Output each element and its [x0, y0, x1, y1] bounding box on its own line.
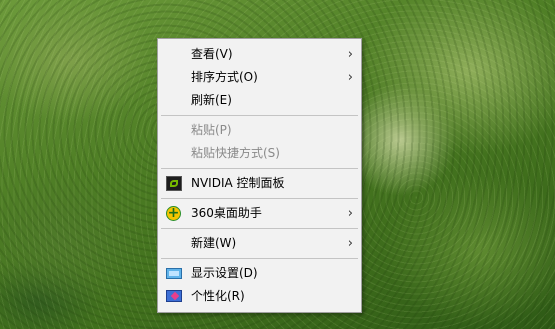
menu-item-label: 个性化(R): [191, 289, 245, 303]
display-settings-icon: [166, 268, 182, 279]
menu-item-label: 360桌面助手: [191, 206, 262, 220]
menu-item-personalize[interactable]: 个性化(R): [158, 285, 361, 308]
personalize-icon: [166, 290, 182, 302]
menu-item-nvidia-control-panel[interactable]: NVIDIA 控制面板: [158, 172, 361, 195]
menu-separator: [161, 168, 358, 169]
menu-item-label: NVIDIA 控制面板: [191, 176, 285, 190]
chevron-right-icon: ›: [347, 206, 353, 221]
menu-item-label: 排序方式(O): [191, 70, 258, 84]
menu-item-label: 粘贴(P): [191, 123, 232, 137]
menu-item-label: 查看(V): [191, 47, 233, 61]
menu-item-label: 刷新(E): [191, 93, 232, 107]
menu-item-sort-by[interactable]: 排序方式(O) ›: [158, 66, 361, 89]
menu-separator: [161, 115, 358, 116]
menu-separator: [161, 228, 358, 229]
menu-item-display-settings[interactable]: 显示设置(D): [158, 262, 361, 285]
menu-item-360-desktop-assistant[interactable]: 360桌面助手 ›: [158, 202, 361, 225]
nvidia-icon: [166, 176, 182, 191]
menu-item-view[interactable]: 查看(V) ›: [158, 43, 361, 66]
chevron-right-icon: ›: [347, 70, 353, 85]
menu-separator: [161, 258, 358, 259]
chevron-right-icon: ›: [347, 236, 353, 251]
chevron-right-icon: ›: [347, 47, 353, 62]
menu-item-label: 显示设置(D): [191, 266, 258, 280]
desktop-context-menu: 查看(V) › 排序方式(O) › 刷新(E) 粘贴(P) 粘贴快捷方式(S) …: [157, 38, 362, 313]
menu-item-new[interactable]: 新建(W) ›: [158, 232, 361, 255]
menu-item-label: 粘贴快捷方式(S): [191, 146, 280, 160]
menu-item-label: 新建(W): [191, 236, 237, 250]
360-icon: [166, 202, 181, 225]
menu-item-paste: 粘贴(P): [158, 119, 361, 142]
menu-separator: [161, 198, 358, 199]
menu-item-paste-shortcut: 粘贴快捷方式(S): [158, 142, 361, 165]
menu-item-refresh[interactable]: 刷新(E): [158, 89, 361, 112]
